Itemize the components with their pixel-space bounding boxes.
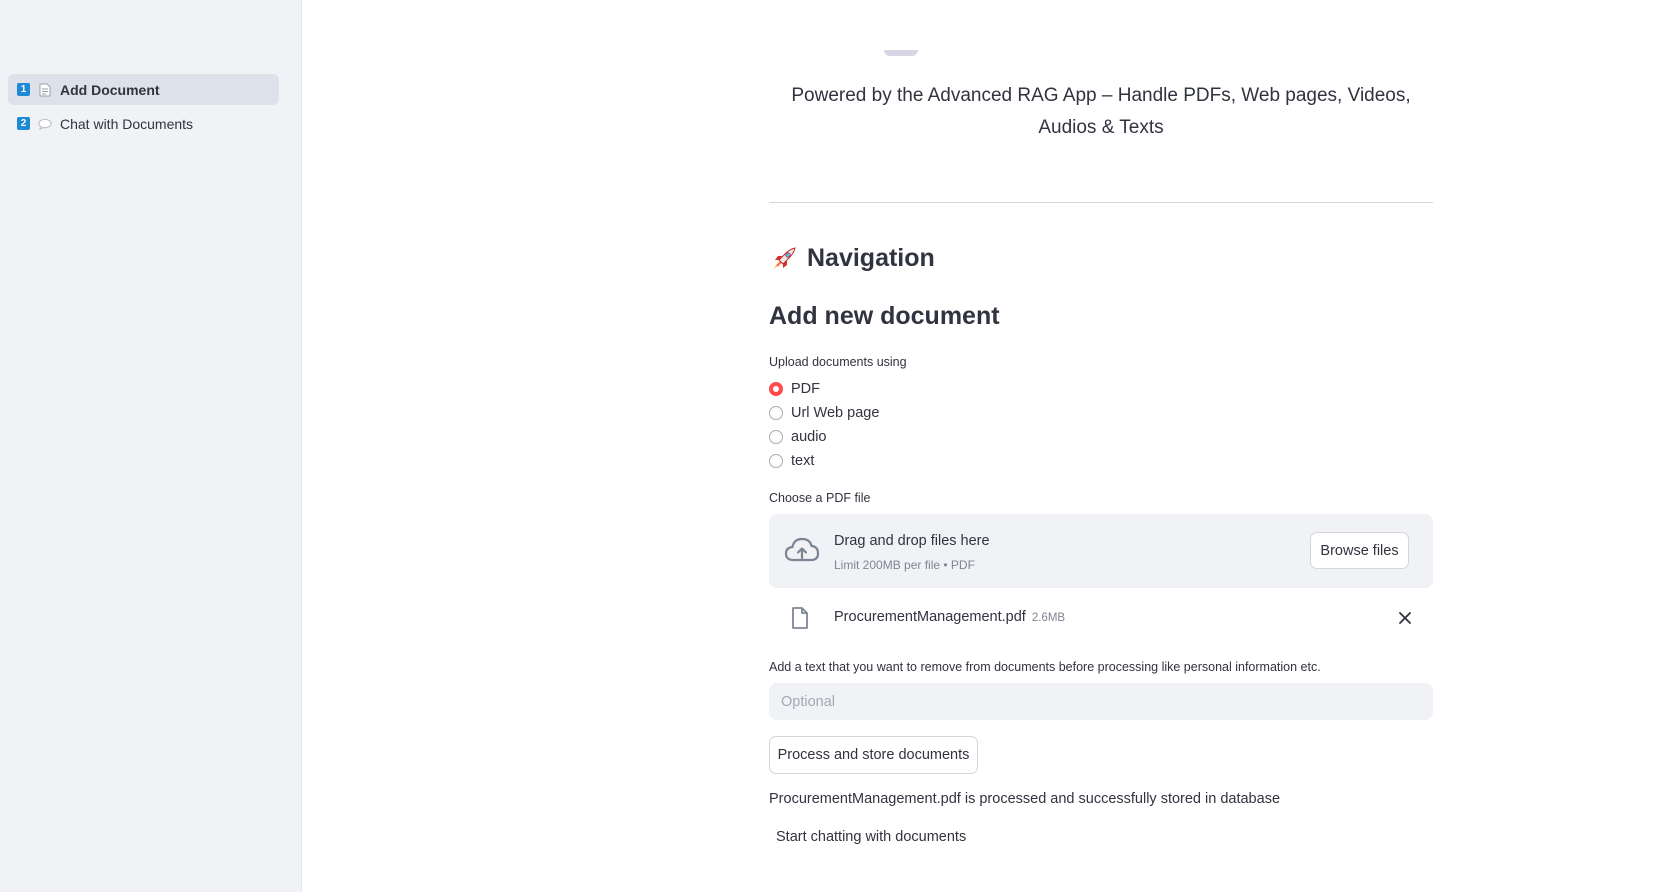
speech-bubble-icon xyxy=(38,117,52,131)
nav-number-badge: 1 xyxy=(17,83,30,96)
radio-button[interactable] xyxy=(769,454,783,468)
success-message: ProcurementManagement.pdf is processed a… xyxy=(769,791,1281,807)
divider xyxy=(769,202,1433,203)
sidebar-item-label: Add Document xyxy=(60,81,160,98)
file-uploader-label: Choose a PDF file xyxy=(769,491,871,505)
radio-button[interactable] xyxy=(769,406,783,420)
process-documents-button[interactable]: Process and store documents xyxy=(769,736,978,774)
cloud-upload-icon xyxy=(784,536,820,569)
dropzone-title: Drag and drop files here xyxy=(834,533,990,549)
radio-option-text[interactable]: text xyxy=(769,453,814,469)
powered-by-text: Powered by the Advanced RAG App – Handle… xyxy=(791,85,1411,138)
remove-file-icon[interactable] xyxy=(1399,611,1411,629)
radio-button[interactable] xyxy=(769,430,783,444)
navigation-title: Navigation xyxy=(807,244,935,272)
radio-option-pdf[interactable]: PDF xyxy=(769,381,820,397)
uploaded-file-row: ProcurementManagement.pdf 2.6MB xyxy=(769,603,1433,633)
dropzone-limit-text: Limit 200MB per file • PDF xyxy=(834,558,975,572)
sidebar-item-add-document[interactable]: 1 Add Document xyxy=(8,74,279,105)
radio-button[interactable] xyxy=(769,382,783,396)
radio-label: audio xyxy=(791,429,827,445)
remove-text-label: Add a text that you want to remove from … xyxy=(769,660,1321,674)
upload-method-label: Upload documents using xyxy=(769,355,907,369)
page-title: Add new document xyxy=(769,302,1000,330)
uploaded-file-size: 2.6MB xyxy=(1031,612,1066,624)
remove-text-input[interactable] xyxy=(769,683,1433,720)
sidebar-item-label: Chat with Documents xyxy=(60,115,194,132)
radio-label: PDF xyxy=(791,381,820,397)
document-icon xyxy=(38,83,52,97)
nav-number-badge: 2 xyxy=(17,117,30,130)
browse-files-button[interactable]: Browse files xyxy=(1310,532,1409,569)
radio-option-audio[interactable]: audio xyxy=(769,429,826,445)
radio-label: text xyxy=(791,453,815,469)
uploaded-file-name: ProcurementManagement.pdf xyxy=(834,609,1026,625)
file-dropzone[interactable]: Drag and drop files here Limit 200MB per… xyxy=(769,514,1433,588)
sidebar-item-chat-with-documents[interactable]: 2 Chat with Documents xyxy=(8,108,279,139)
radio-label: Url Web page xyxy=(791,405,880,421)
start-chatting-link[interactable]: Start chatting with documents xyxy=(776,829,966,845)
rocket-icon xyxy=(771,246,797,272)
navigation-heading: Navigation xyxy=(771,244,935,273)
sidebar: 1 Add Document 2 Chat with Documents xyxy=(0,0,302,892)
file-icon xyxy=(791,607,809,634)
radio-option-url-web-page[interactable]: Url Web page xyxy=(769,405,879,421)
app-logo xyxy=(884,50,918,56)
